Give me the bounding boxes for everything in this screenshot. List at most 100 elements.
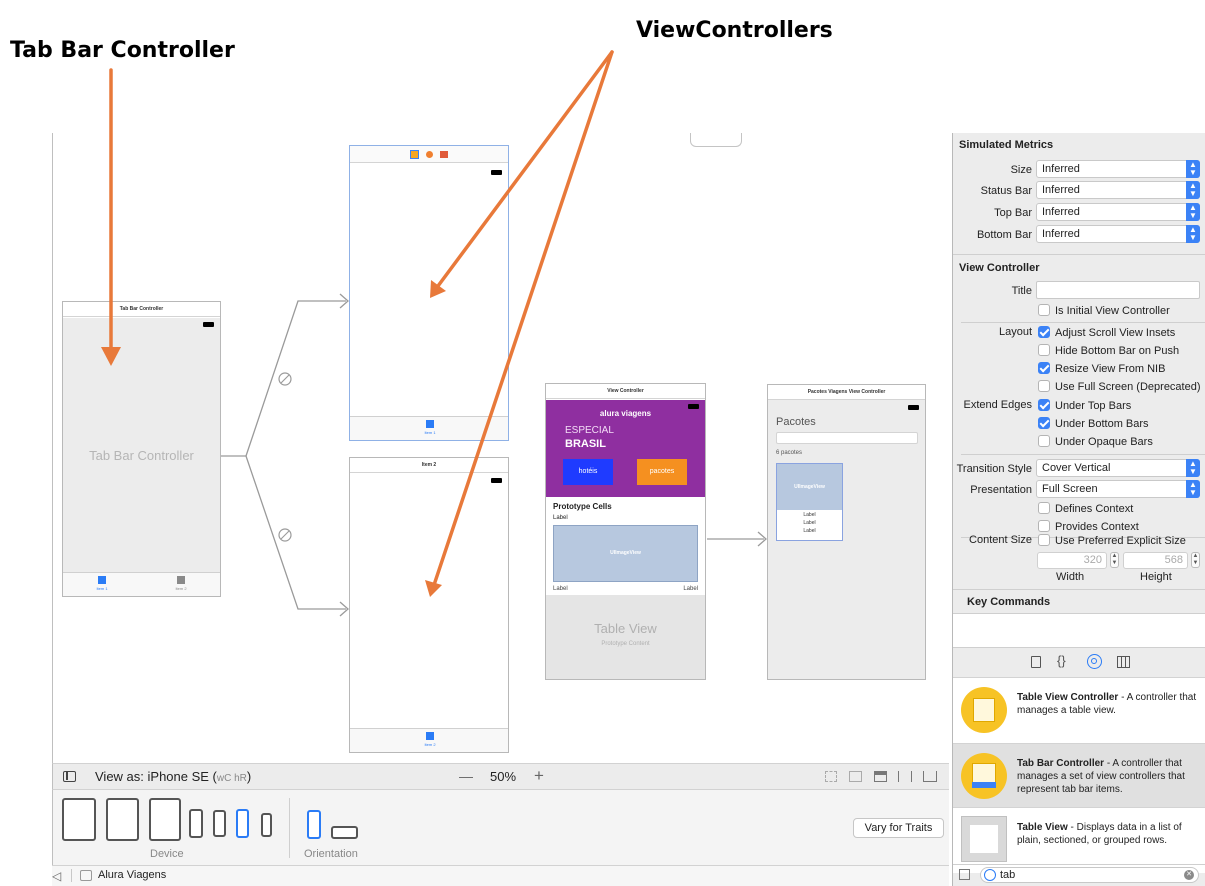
- vary-for-traits-button[interactable]: Vary for Traits: [853, 818, 944, 838]
- status-bar-select[interactable]: Inferred ▲ ▼: [1036, 181, 1200, 199]
- size-select[interactable]: Inferred ▲ ▼: [1036, 160, 1200, 178]
- library-filter-field[interactable]: tab ✕: [980, 867, 1199, 883]
- iphone-se-icon[interactable]: [236, 809, 249, 838]
- tab-item-1[interactable]: Item 1: [82, 576, 122, 591]
- pacotes-viagens-scene[interactable]: Pacotes Viagens View Controller Pacotes …: [767, 384, 926, 680]
- resize-from-nib-checkbox[interactable]: Resize View From NIB: [1038, 362, 1165, 376]
- storyboard-file-icon: [80, 870, 92, 881]
- checkbox-box: [1038, 326, 1050, 338]
- tab-item-2[interactable]: Item 2: [161, 576, 201, 591]
- key-commands-table[interactable]: [953, 614, 1205, 647]
- preferred-size-checkbox[interactable]: Use Preferred Explicit Size: [1038, 534, 1186, 548]
- item1-view-controller-scene[interactable]: Item 1: [349, 145, 509, 441]
- send-arrow-icon[interactable]: ◁: [52, 869, 61, 883]
- code-snippet-library-icon[interactable]: {}: [1057, 653, 1066, 668]
- landscape-orientation-icon[interactable]: [331, 826, 358, 839]
- view-controller-scene[interactable]: View Controller alura viagens ESPECIAL B…: [545, 383, 706, 680]
- library-item-text: Table View Controller - A controller tha…: [1017, 691, 1197, 717]
- checkbox-label: Use Preferred Explicit Size: [1055, 535, 1186, 547]
- search-field[interactable]: [776, 432, 918, 444]
- exit-icon[interactable]: [440, 150, 449, 158]
- media-library-icon[interactable]: [1117, 656, 1130, 668]
- placeholder-label: Tab Bar Controller: [89, 448, 194, 463]
- library-item-text: Table View - Displays data in a list of …: [1017, 821, 1197, 847]
- tab-square-icon: [177, 576, 185, 584]
- tab-label: Item 2: [175, 586, 187, 591]
- height-stepper[interactable]: ▲ ▼: [1191, 552, 1200, 568]
- transition-style-select[interactable]: Cover Vertical ▲ ▼: [1036, 459, 1200, 477]
- width-field[interactable]: 320: [1037, 552, 1107, 569]
- tab-item-2[interactable]: Item 2: [410, 732, 450, 747]
- cell-label-left: Label: [553, 586, 568, 592]
- document-outline-toggle-icon[interactable]: [63, 771, 76, 782]
- clear-filter-icon[interactable]: ✕: [1184, 870, 1194, 880]
- bottom-bar-select[interactable]: Inferred ▲ ▼: [1036, 225, 1200, 243]
- scene-title: Item 2: [350, 458, 508, 473]
- grid-view-icon[interactable]: [959, 869, 970, 880]
- checkbox-label: Under Bottom Bars: [1055, 418, 1149, 430]
- under-opaque-bars-checkbox[interactable]: Under Opaque Bars: [1038, 435, 1153, 449]
- library-item-name: Table View Controller: [1017, 692, 1119, 703]
- tab-label: Item 1: [424, 430, 436, 435]
- ipad-pro-large-icon[interactable]: [62, 798, 96, 841]
- first-responder-icon[interactable]: [426, 150, 433, 158]
- ipad-icon[interactable]: [149, 798, 181, 841]
- library-item-tab-bar-controller[interactable]: Tab Bar Controller - A controller that m…: [953, 743, 1205, 807]
- project-name[interactable]: Alura Viagens: [98, 869, 166, 881]
- ipad-pro-icon[interactable]: [106, 798, 139, 841]
- section-separator: [953, 864, 1205, 865]
- iphone-plus-icon[interactable]: [189, 809, 203, 838]
- zoom-in-button[interactable]: +: [534, 766, 544, 786]
- cell-image-view: UIImageView: [777, 464, 842, 510]
- collection-cell[interactable]: UIImageView Label Label Label: [776, 463, 843, 541]
- provides-context-checkbox[interactable]: Provides Context: [1038, 520, 1139, 534]
- tab-label: Item 2: [424, 742, 436, 747]
- hoteis-button[interactable]: hotéis: [563, 459, 613, 485]
- align-icon[interactable]: [874, 771, 887, 782]
- pacotes-button[interactable]: pacotes: [637, 459, 687, 485]
- embed-in-stack-icon[interactable]: [849, 771, 862, 782]
- presentation-select[interactable]: Full Screen ▲ ▼: [1036, 480, 1200, 498]
- view-controller-icon[interactable]: [409, 149, 419, 159]
- is-initial-checkbox[interactable]: Is Initial View Controller: [1038, 304, 1170, 318]
- image-view-placeholder[interactable]: UIImageView: [553, 525, 698, 582]
- top-bar-select[interactable]: Inferred ▲ ▼: [1036, 203, 1200, 221]
- width-stepper[interactable]: ▲ ▼: [1110, 552, 1119, 568]
- title-field[interactable]: [1036, 281, 1200, 299]
- tab-bar-placeholder-area: Tab Bar Controller: [63, 318, 220, 572]
- table-view-placeholder[interactable]: Table View Prototype Content: [546, 595, 705, 679]
- file-template-library-icon[interactable]: [1031, 656, 1041, 668]
- portrait-orientation-icon[interactable]: [307, 810, 321, 839]
- zoom-out-button[interactable]: —: [459, 768, 473, 784]
- add-constraints-icon[interactable]: [898, 771, 912, 782]
- presentation-label: Presentation: [970, 484, 1032, 496]
- hide-bottom-bar-checkbox[interactable]: Hide Bottom Bar on Push: [1038, 344, 1179, 358]
- iphone-4s-icon[interactable]: [261, 813, 272, 837]
- view-as-label[interactable]: View as: iPhone SE (wC hR): [95, 769, 251, 784]
- under-top-bars-checkbox[interactable]: Under Top Bars: [1038, 399, 1131, 413]
- update-frames-icon[interactable]: [825, 771, 837, 782]
- item2-view-controller-scene[interactable]: Item 2 Item 2: [349, 457, 509, 753]
- object-library-icon[interactable]: [1087, 654, 1102, 669]
- iphone-icon[interactable]: [213, 810, 226, 837]
- transition-style-label: Transition Style: [956, 463, 1032, 475]
- use-full-screen-checkbox[interactable]: Use Full Screen (Deprecated): [1038, 380, 1201, 394]
- device-label: Device: [150, 848, 184, 860]
- tab-bar: Item 1: [350, 416, 508, 440]
- scene-title: Pacotes Viagens View Controller: [768, 385, 925, 400]
- defines-context-checkbox[interactable]: Defines Context: [1038, 502, 1133, 516]
- divider: [289, 798, 290, 858]
- tab-item-1[interactable]: Item 1: [410, 420, 450, 435]
- table-view-icon: [961, 816, 1007, 862]
- library-item-table-view-controller[interactable]: Table View Controller - A controller tha…: [953, 677, 1205, 743]
- annotation-tab-bar-controller: Tab Bar Controller: [10, 38, 235, 63]
- tab-bar-controller-scene[interactable]: Tab Bar Controller Tab Bar Controller It…: [62, 301, 221, 597]
- resolve-issues-icon[interactable]: [923, 771, 937, 782]
- section-separator: [953, 647, 1205, 648]
- xcode-storyboard-window: Tab Bar Controller ViewControllers Tab B…: [0, 0, 1205, 886]
- under-bottom-bars-checkbox[interactable]: Under Bottom Bars: [1038, 417, 1149, 431]
- scene-title: Tab Bar Controller: [63, 302, 220, 317]
- adjust-scroll-insets-checkbox[interactable]: Adjust Scroll View Insets: [1038, 326, 1175, 340]
- storyboard-canvas[interactable]: Tab Bar Controller Tab Bar Controller It…: [52, 133, 949, 763]
- height-field[interactable]: 568: [1123, 552, 1188, 569]
